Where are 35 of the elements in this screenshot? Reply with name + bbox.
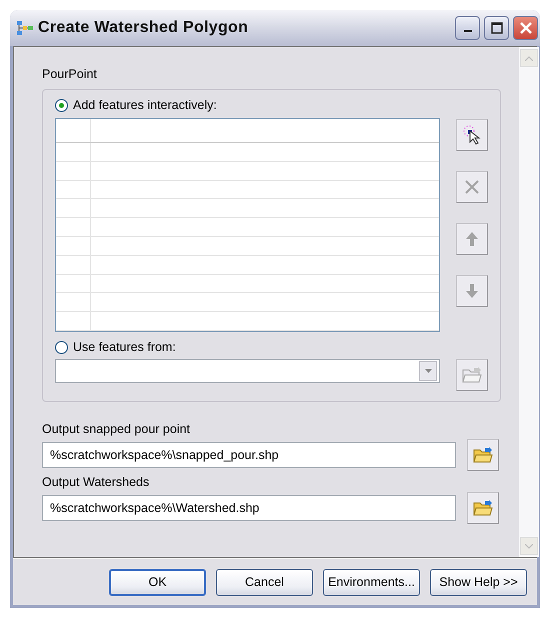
- maximize-button[interactable]: [484, 16, 509, 40]
- output-label: Output snapped pour point: [42, 422, 192, 436]
- dropdown-field[interactable]: [55, 359, 440, 383]
- close-button[interactable]: [513, 16, 538, 40]
- output-path-field[interactable]: %scratchworkspace%\Watershed.shp: [42, 495, 456, 521]
- browse-button[interactable]: [467, 439, 499, 471]
- delete-icon: [464, 179, 480, 195]
- folder-icon: [473, 446, 493, 464]
- close-icon: [520, 22, 532, 34]
- model-icon: [16, 20, 34, 36]
- up-arrow-icon: [465, 231, 479, 247]
- scroll-down-icon[interactable]: [520, 537, 538, 555]
- dialog-button[interactable]: Cancel: [216, 568, 313, 596]
- output-label: Output Watersheds: [42, 475, 150, 489]
- radio-icon[interactable]: [55, 98, 68, 112]
- folder-icon: [473, 499, 493, 517]
- down-arrow-icon: [465, 283, 479, 299]
- maximize-icon: [490, 22, 502, 34]
- dialog-button[interactable]: Show Help >>: [430, 568, 527, 596]
- dialog-button[interactable]: Environments...: [323, 568, 420, 596]
- radio-option[interactable]: Add features interactively:: [55, 98, 488, 112]
- radio-icon[interactable]: [55, 340, 68, 354]
- scrollbar[interactable]: [519, 47, 539, 557]
- scroll-up-icon[interactable]: [520, 49, 538, 67]
- add-tool-button[interactable]: [456, 119, 488, 151]
- pointer-icon: [462, 125, 482, 145]
- parameter-label: PourPoint: [42, 67, 98, 81]
- output-path-field[interactable]: %scratchworkspace%\snapped_pour.shp: [42, 442, 456, 468]
- window-title: Create Watershed Polygon: [38, 19, 250, 37]
- dialog-button[interactable]: OK: [109, 568, 206, 596]
- browse-button[interactable]: [467, 492, 499, 524]
- radio-option[interactable]: Use features from:: [55, 340, 488, 354]
- folder-icon: [462, 366, 482, 384]
- minimize-button[interactable]: [455, 16, 480, 40]
- feature-table[interactable]: [55, 118, 440, 332]
